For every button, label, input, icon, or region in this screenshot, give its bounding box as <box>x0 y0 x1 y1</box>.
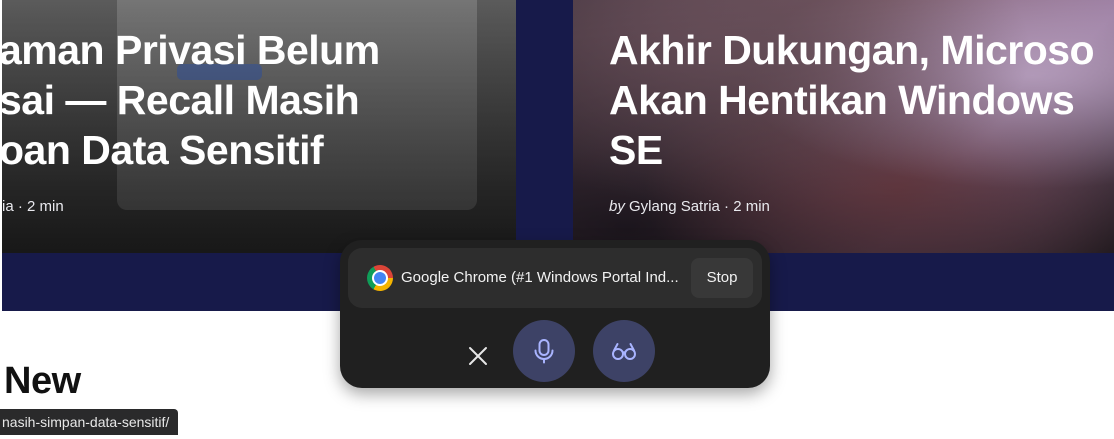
chrome-icon <box>367 265 393 291</box>
meta-author[interactable]: Gylang Satria <box>625 198 720 215</box>
title-line: oan Data Sensitif <box>2 127 324 173</box>
meta-read-time: · 2 min <box>719 198 770 215</box>
article-title[interactable]: aman Privasi Belum sai — Recall Masih oa… <box>2 25 380 175</box>
title-line: sai — Recall Masih <box>2 77 360 123</box>
vision-button[interactable] <box>593 320 655 382</box>
meta-by: by <box>609 198 625 215</box>
title-line: Akan Hentikan Windows <box>609 77 1075 123</box>
section-heading: New <box>4 360 81 402</box>
screen-share-panel: Google Chrome (#1 Windows Portal Ind... … <box>340 240 770 388</box>
title-line: aman Privasi Belum <box>2 27 380 73</box>
status-bar-url: nasih-simpan-data-sensitif/ <box>0 409 179 435</box>
title-line: SE <box>609 127 663 173</box>
stop-sharing-button[interactable]: Stop <box>691 258 753 298</box>
microphone-button[interactable] <box>513 320 575 382</box>
microphone-icon <box>534 339 554 364</box>
article-meta: ia · 2 min <box>2 198 64 215</box>
article-card-recall[interactable]: aman Privasi Belum sai — Recall Masih oa… <box>2 0 516 253</box>
article-card-windows[interactable]: Akhir Dukungan, Microso Akan Hentikan Wi… <box>573 0 1114 253</box>
glasses-icon <box>612 343 636 360</box>
article-meta: by Gylang Satria · 2 min <box>609 198 770 215</box>
shared-source-row: Google Chrome (#1 Windows Portal Ind... … <box>348 248 762 308</box>
title-line: Akhir Dukungan, Microso <box>609 27 1095 73</box>
close-button[interactable] <box>458 336 498 376</box>
close-icon <box>469 347 487 365</box>
article-title[interactable]: Akhir Dukungan, Microso Akan Hentikan Wi… <box>609 25 1095 175</box>
shared-source-label: Google Chrome (#1 Windows Portal Ind... <box>401 269 679 286</box>
